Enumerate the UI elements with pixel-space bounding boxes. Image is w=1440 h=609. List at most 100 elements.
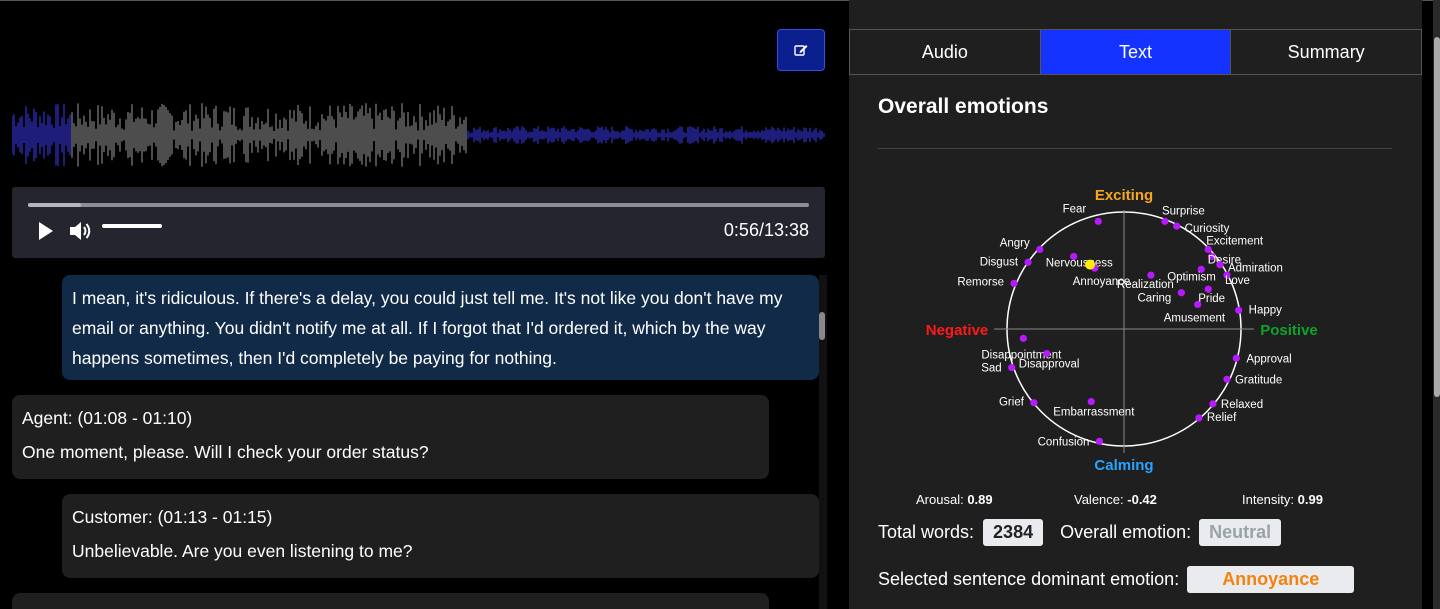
valence-metric: Valence: -0.42 (1074, 492, 1157, 507)
transcript-entry-selected[interactable]: I mean, it's ridiculous. If there's a de… (62, 275, 819, 380)
emotion-label-sad: Sad (981, 363, 1001, 375)
emotion-point-approval (1232, 354, 1240, 362)
volume-slider[interactable] (102, 224, 162, 228)
intensity-label: Intensity: (1242, 492, 1295, 507)
arousal-value: 0.89 (967, 492, 993, 507)
edit-button[interactable] (777, 29, 825, 71)
emotion-label-fear: Fear (1063, 203, 1087, 215)
emotion-point-relief (1195, 414, 1203, 422)
emotion-point-sad (1008, 364, 1016, 372)
wheel-label-positive: Positive (1260, 322, 1318, 339)
tab-text[interactable]: Text (1040, 30, 1232, 74)
wheel-label-negative: Negative (926, 322, 989, 339)
arousal-metric: Arousal: 0.89 (916, 492, 993, 507)
selected-emotion-row: Selected sentence dominant emotion: Anno… (878, 566, 1355, 593)
emotion-point-realization (1147, 271, 1155, 279)
emotion-label-disgust: Disgust (980, 256, 1019, 268)
emotion-label-gratitude: Gratitude (1235, 374, 1282, 386)
divider (878, 148, 1392, 149)
emotion-label-angry: Angry (1000, 237, 1030, 249)
emotion-label-relief: Relief (1207, 412, 1237, 424)
emotion-point-pride (1204, 285, 1212, 293)
emotion-point-relaxed (1209, 400, 1217, 408)
speaker-label: Agent: (01:08 - 01:10) (22, 408, 193, 428)
emotion-point-disgust (1024, 258, 1032, 266)
emotion-label-confusion: Confusion (1038, 436, 1090, 448)
selected-emotion-point (1085, 259, 1096, 270)
emotion-wheel: Exciting Calming Negative Positive Fear S… (926, 187, 1318, 474)
emotion-point-fear (1094, 217, 1102, 225)
transcript-text: One moment, please. Will I check your or… (22, 442, 429, 462)
valence-label: Valence: (1074, 492, 1124, 507)
emotion-label-relaxed: Relaxed (1221, 399, 1263, 411)
emotion-label-grief: Grief (999, 397, 1025, 409)
edit-icon (794, 45, 808, 56)
emotion-label-optimism: Optimism (1167, 271, 1216, 283)
transcript-entry[interactable]: Customer: (01:13 - 01:15) Unbelievable. … (62, 494, 819, 578)
emotion-point-curiosity (1173, 222, 1181, 230)
transcript-scrollbar-thumb[interactable] (819, 312, 825, 340)
total-words-label: Total words: (878, 522, 975, 542)
emotion-point-gratitude (1223, 375, 1231, 383)
emotion-label-admiration: Admiration (1228, 263, 1283, 275)
emotion-label-pride: Pride (1198, 293, 1225, 305)
audio-player: 0:56/13:38 (12, 187, 825, 258)
emotion-label-realization: Realization (1117, 279, 1174, 291)
overall-emotion-badge: Neutral (1199, 519, 1282, 546)
volume-button[interactable] (67, 218, 93, 244)
valence-value: -0.42 (1127, 492, 1157, 507)
analysis-panel: Audio Text Summary Overall emotions Exci… (849, 0, 1422, 609)
transcript-entry[interactable] (12, 593, 769, 609)
emotion-label-embarrassment: Embarrassment (1053, 407, 1135, 419)
emotion-label-surprise: Surprise (1162, 205, 1205, 217)
transcript-text: Unbelievable. Are you even listening to … (72, 541, 413, 561)
tab-audio[interactable]: Audio (850, 30, 1041, 74)
panel-title: Overall emotions (878, 95, 1049, 118)
transcript-entry[interactable]: Agent: (01:08 - 01:10) One moment, pleas… (12, 395, 769, 479)
emotion-label-nervousness: Nervousness (1046, 257, 1113, 269)
selected-emotion-badge: Annoyance (1187, 566, 1355, 593)
wheel-label-exciting: Exciting (1095, 187, 1153, 204)
intensity-metric: Intensity: 0.99 (1242, 492, 1323, 507)
transcript-text: I mean, it's ridiculous. If there's a de… (72, 288, 783, 368)
emotion-label-love: Love (1225, 275, 1250, 287)
transcript-list: I mean, it's ridiculous. If there's a de… (0, 275, 836, 609)
seek-bar-fill (28, 203, 82, 207)
selected-emotion-label: Selected sentence dominant emotion: (878, 569, 1180, 589)
emotion-point-happy (1235, 306, 1243, 314)
speaker-label: Customer: (01:13 - 01:15) (72, 507, 273, 527)
emotion-point-caring (1177, 289, 1185, 297)
tab-summary[interactable]: Summary (1231, 30, 1422, 74)
seek-bar[interactable] (28, 203, 809, 207)
emotion-point-grief (1030, 399, 1038, 407)
emotion-point-surprise (1161, 217, 1169, 225)
audio-waveform[interactable] (12, 95, 825, 175)
play-button[interactable] (34, 220, 56, 242)
emotion-label-amusement: Amusement (1164, 312, 1226, 324)
intensity-value: 0.99 (1297, 492, 1323, 507)
emotion-label-remorse: Remorse (957, 276, 1004, 288)
play-icon (39, 222, 53, 240)
emotion-point-amusement (1194, 300, 1202, 309)
emotion-point-confusion (1095, 437, 1104, 445)
emotion-label-curiosity: Curiosity (1185, 223, 1230, 235)
emotion-label-excitement: Excitement (1206, 235, 1264, 247)
tab-bar: Audio Text Summary (849, 29, 1422, 75)
volume-icon (70, 222, 91, 240)
overall-emotion-label: Overall emotion: (1060, 522, 1192, 542)
emotion-point-embarrassment (1087, 397, 1095, 406)
page-scrollbar-thumb[interactable] (1434, 37, 1440, 397)
arousal-label: Arousal: (916, 492, 964, 507)
word-stats-row: Total words: 2384 Overall emotion: Neutr… (878, 519, 1282, 546)
emotion-label-happy: Happy (1249, 304, 1282, 316)
time-display: 0:56/13:38 (723, 220, 809, 240)
wheel-label-calming: Calming (1094, 457, 1153, 474)
audio-transcript-pane: 0:56/13:38 I mean, it's ridiculous. If t… (0, 0, 836, 609)
emotion-label-caring: Caring (1137, 293, 1171, 305)
emotion-label-approval: Approval (1246, 353, 1291, 365)
emotion-point-disappointment (1019, 334, 1027, 342)
emotion-point-remorse (1010, 279, 1018, 287)
emotion-point-disapproval (1043, 349, 1051, 358)
emotion-point-admiration (1216, 261, 1224, 269)
emotion-label-disapproval: Disapproval (1019, 359, 1080, 371)
